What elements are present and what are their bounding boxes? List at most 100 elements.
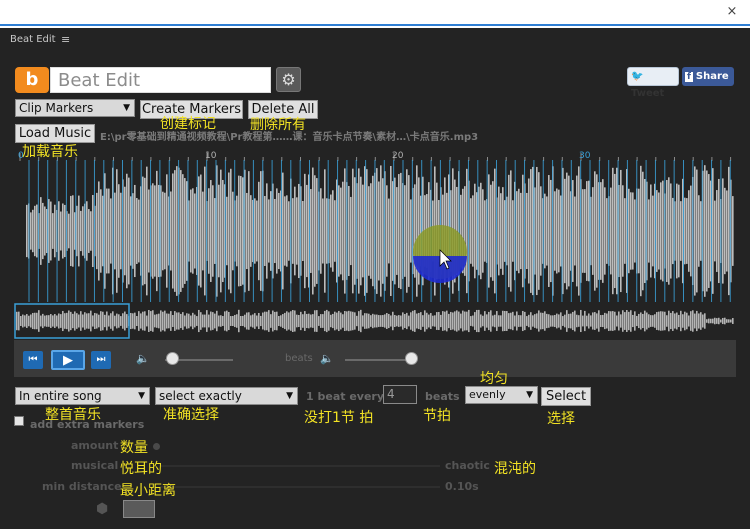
overview-bar — [174, 311, 176, 331]
overview-bar — [270, 314, 272, 328]
overview-bar — [526, 316, 528, 326]
overview-bar — [504, 311, 506, 331]
waveform-bar — [208, 188, 210, 274]
waveform-bar — [30, 212, 32, 250]
app-title: Beat Edit — [50, 67, 271, 93]
overview-bar — [624, 312, 626, 330]
add-extra-markers-checkbox[interactable] — [14, 416, 24, 426]
overview-bar — [242, 315, 244, 327]
skip-forward-icon[interactable]: ⏭ — [91, 351, 111, 369]
overview-bar — [632, 314, 634, 328]
overview-bar — [532, 315, 534, 327]
waveform-bar — [714, 200, 716, 262]
waveform-bar — [658, 192, 660, 270]
waveform-bar — [522, 174, 524, 288]
range-select[interactable]: In entire song ▼ — [15, 387, 150, 405]
distribution-select[interactable]: evenly ▼ — [465, 386, 538, 404]
overview-bar — [714, 317, 716, 325]
overview-bar — [68, 310, 70, 332]
panel-menu-icon[interactable]: ≡ — [61, 33, 70, 46]
overview-bar — [602, 314, 604, 328]
waveform-bar — [532, 166, 534, 296]
amount-slider-knob[interactable] — [153, 443, 160, 450]
overview-bar — [252, 314, 254, 328]
overview-bar — [466, 311, 468, 331]
waveform-overview[interactable] — [14, 303, 736, 339]
overview-bar — [44, 315, 46, 327]
overview-bar — [718, 317, 720, 325]
timeline-ruler[interactable]: 0 10 20 30 — [14, 143, 734, 161]
waveform-bar — [708, 174, 710, 288]
overview-bar — [154, 314, 156, 328]
waveform-bar — [190, 189, 192, 273]
musical-chaotic-slider[interactable] — [160, 465, 440, 467]
close-icon[interactable]: × — [722, 2, 742, 22]
waveform-bar — [298, 183, 300, 279]
waveform-bar — [26, 204, 28, 258]
waveform-bar — [704, 165, 706, 297]
overview-bar — [182, 312, 184, 330]
overview-bar — [206, 310, 208, 332]
waveform-bar — [96, 192, 98, 270]
waveform-view[interactable] — [26, 160, 734, 302]
marker-type-select[interactable]: Clip Markers ▼ — [15, 99, 135, 117]
overview-bar — [676, 312, 678, 330]
overview-bar — [296, 314, 298, 328]
min-distance-slider[interactable] — [160, 486, 440, 488]
marker-color-swatch[interactable] — [123, 500, 155, 518]
waveform-bar — [310, 189, 312, 273]
overview-bar — [60, 314, 62, 328]
overview-bar — [224, 311, 226, 331]
waveform-bar — [48, 199, 50, 263]
overview-bar — [70, 311, 72, 331]
overview-bar — [212, 312, 214, 330]
beats-volume-icon: 🔈 — [320, 352, 334, 365]
overview-bar — [326, 309, 328, 333]
tweet-button[interactable]: 🐦 Tweet — [627, 67, 679, 99]
overview-bar — [672, 311, 674, 331]
waveform-bar — [212, 185, 214, 277]
overview-bar — [278, 316, 280, 326]
waveform-bar — [602, 179, 604, 283]
overview-bar — [674, 313, 676, 329]
dice-icon[interactable]: ⬢ — [96, 501, 108, 517]
overview-bar — [66, 312, 68, 330]
overview-bar — [16, 311, 18, 331]
overview-bar — [514, 315, 516, 327]
waveform-bar — [70, 195, 72, 267]
overview-bar — [202, 314, 204, 328]
beat-count-input[interactable]: 4 — [383, 385, 417, 404]
waveform-bar — [222, 179, 224, 283]
overview-bar — [230, 316, 232, 326]
overview-bar — [348, 310, 350, 332]
beats-volume-knob[interactable] — [405, 352, 418, 365]
skip-back-icon[interactable]: ⏮ — [23, 351, 43, 369]
overview-bar — [516, 311, 518, 331]
waveform-bar — [362, 184, 364, 278]
music-volume-knob[interactable] — [166, 352, 179, 365]
select-button[interactable]: Select — [541, 387, 591, 406]
waveform-bar — [114, 192, 116, 270]
overview-bar — [298, 314, 300, 328]
overview-bar — [432, 315, 434, 327]
share-button[interactable]: f Share — [682, 67, 734, 86]
overview-bar — [76, 313, 78, 329]
waveform-bar — [650, 184, 652, 278]
waveform-bar — [388, 198, 390, 264]
waveform-bar — [724, 187, 726, 275]
overview-bar — [554, 314, 556, 328]
overview-bar — [314, 310, 316, 332]
overview-bar — [628, 311, 630, 331]
overview-bar — [606, 313, 608, 329]
play-icon[interactable]: ▶ — [51, 350, 85, 370]
overview-bar — [424, 310, 426, 332]
overview-bar — [508, 313, 510, 329]
waveform-bar — [60, 211, 62, 251]
mode-select[interactable]: select exactly ▼ — [155, 387, 298, 405]
overview-bar — [440, 314, 442, 328]
gear-icon[interactable]: ⚙ — [276, 67, 301, 92]
waveform-bar — [480, 182, 482, 280]
waveform-bar — [52, 213, 54, 249]
overview-bar — [274, 311, 276, 331]
overview-bar — [442, 311, 444, 331]
